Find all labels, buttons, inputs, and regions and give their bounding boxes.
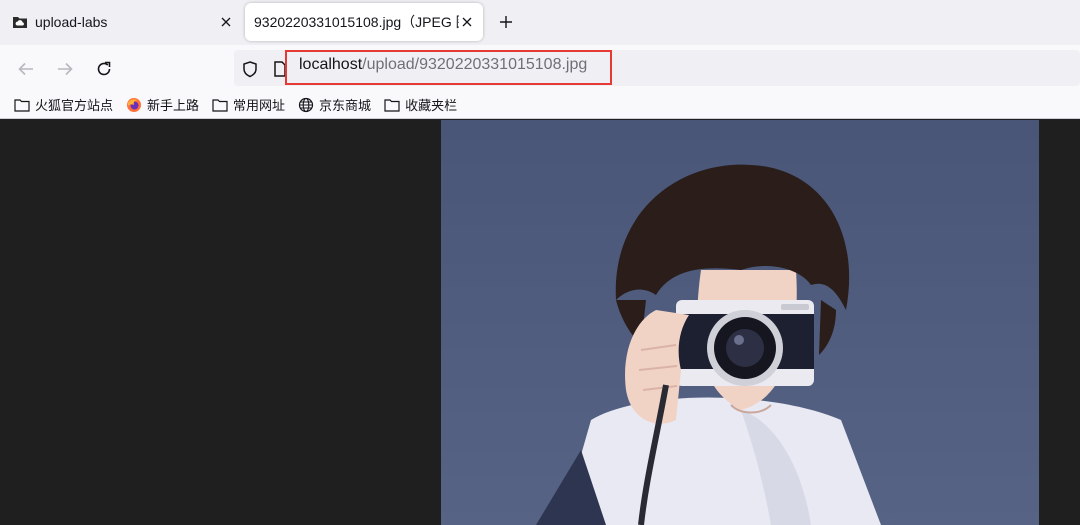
globe-icon xyxy=(298,97,314,112)
illustration-boy-with-camera xyxy=(441,120,1039,525)
bookmark-item[interactable]: 火狐官方站点 xyxy=(14,95,113,114)
tab-image[interactable]: 9320220331015108.jpg（JPEG 图 xyxy=(245,3,483,41)
tab-strip: upload-labs 9320220331015108.jpg（JPEG 图 xyxy=(0,0,1080,45)
folder-icon xyxy=(212,98,228,112)
folder-icon xyxy=(384,98,400,112)
tab-upload-labs[interactable]: upload-labs xyxy=(0,3,242,41)
folder-icon xyxy=(14,98,30,112)
bookmark-label: 新手上路 xyxy=(147,98,200,113)
new-tab-button[interactable] xyxy=(494,10,518,34)
bookmark-label: 京东商城 xyxy=(319,98,372,113)
tab-label: 9320220331015108.jpg（JPEG 图 xyxy=(254,14,459,30)
close-icon[interactable] xyxy=(218,14,234,30)
tab-label: upload-labs xyxy=(35,14,108,30)
back-button[interactable] xyxy=(13,56,39,82)
bookmarks-bar: 火狐官方站点 新手上路 常用网址 京东商城 收藏夹栏 xyxy=(0,91,1080,119)
plus-icon xyxy=(500,16,512,28)
bookmark-item[interactable]: 收藏夹栏 xyxy=(384,95,457,114)
forward-button[interactable] xyxy=(52,56,78,82)
bookmark-item[interactable]: 常用网址 xyxy=(212,95,285,114)
shield-icon[interactable] xyxy=(241,60,259,78)
arrow-left-icon xyxy=(18,62,33,76)
bookmark-label: 收藏夹栏 xyxy=(405,98,458,113)
firefox-icon xyxy=(127,97,142,112)
folder-cloud-icon xyxy=(13,17,27,28)
bookmark-label: 火狐官方站点 xyxy=(35,98,114,113)
close-icon[interactable] xyxy=(459,14,475,30)
displayed-image[interactable] xyxy=(441,120,1039,525)
bookmark-item[interactable]: 京东商城 xyxy=(298,95,371,114)
reload-icon xyxy=(97,61,111,76)
arrow-right-icon xyxy=(58,62,73,76)
image-viewport xyxy=(0,120,1080,525)
reload-button[interactable] xyxy=(91,56,117,82)
url-highlight-box xyxy=(285,50,612,85)
bookmark-label: 常用网址 xyxy=(233,98,286,113)
bookmark-item[interactable]: 新手上路 xyxy=(126,95,199,114)
